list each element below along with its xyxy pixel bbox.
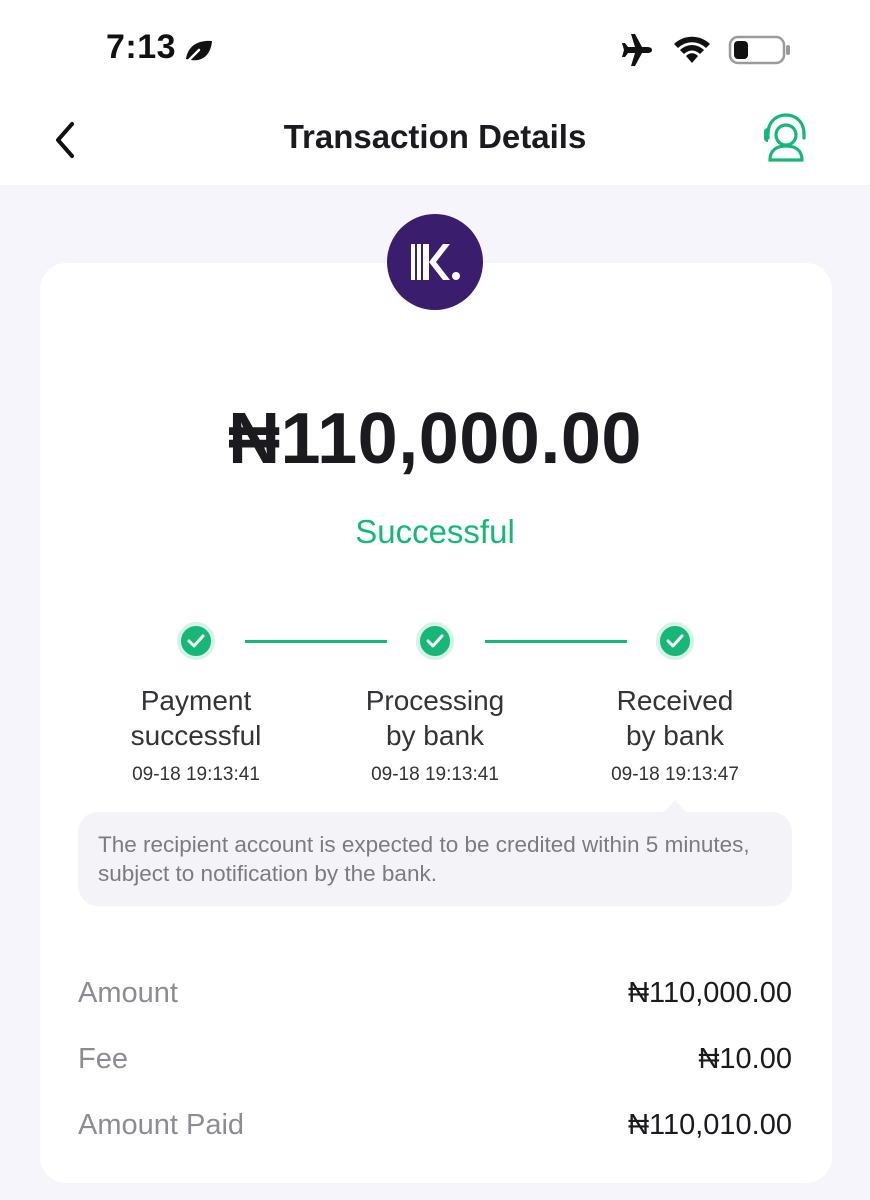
- customer-support-icon[interactable]: [760, 110, 812, 164]
- step-3-label: Received by bank: [565, 683, 785, 753]
- credit-notice: The recipient account is expected to be …: [78, 812, 792, 906]
- step-1-time: 09-18 19:13:41: [132, 764, 260, 785]
- transaction-details-screen: 7:13 Transaction Details ₦110,000.00 Suc…: [0, 0, 870, 1200]
- summary-amount-value: ₦110,000.00: [628, 977, 792, 1009]
- step-1-label-line2: successful: [130, 720, 262, 751]
- step-3-check-icon: [656, 622, 694, 660]
- step-3-time: 09-18 19:13:47: [611, 764, 739, 785]
- step-1-label-line1: Payment: [140, 685, 252, 716]
- step-2-label-line1: Processing: [365, 685, 505, 716]
- wifi-icon: [674, 36, 710, 63]
- summary-fee-value: ₦10.00: [698, 1043, 792, 1075]
- transaction-amount: ₦110,000.00: [228, 399, 642, 479]
- page-title: Transaction Details: [283, 118, 587, 155]
- status-time: 7:13: [106, 28, 177, 66]
- step-2-time: 09-18 19:13:41: [371, 764, 499, 785]
- summary-fee-label: Fee: [78, 1043, 128, 1075]
- battery-icon: [728, 35, 790, 65]
- step-3-label-line1: Received: [616, 685, 734, 716]
- leaf-icon: [184, 40, 212, 65]
- step-2-label: Processing by bank: [325, 683, 545, 753]
- summary-amount-label: Amount: [78, 977, 178, 1009]
- step-1-label: Payment successful: [86, 683, 306, 753]
- kuda-logo-icon: [411, 244, 460, 280]
- merchant-logo: K.: [387, 214, 483, 310]
- step-3-label-line2: by bank: [625, 720, 725, 751]
- step-1-check-icon: [177, 622, 215, 660]
- airplane-icon: [622, 34, 652, 66]
- step-connector-1: [245, 640, 387, 643]
- transaction-status: Successful: [355, 513, 515, 550]
- summary-amount-paid-value: ₦110,010.00: [628, 1109, 792, 1141]
- step-connector-2: [485, 640, 627, 643]
- step-2-check-icon: [416, 622, 454, 660]
- note-pointer: [664, 800, 686, 812]
- summary-amount-paid-label: Amount Paid: [78, 1109, 245, 1141]
- step-2-label-line2: by bank: [385, 720, 485, 751]
